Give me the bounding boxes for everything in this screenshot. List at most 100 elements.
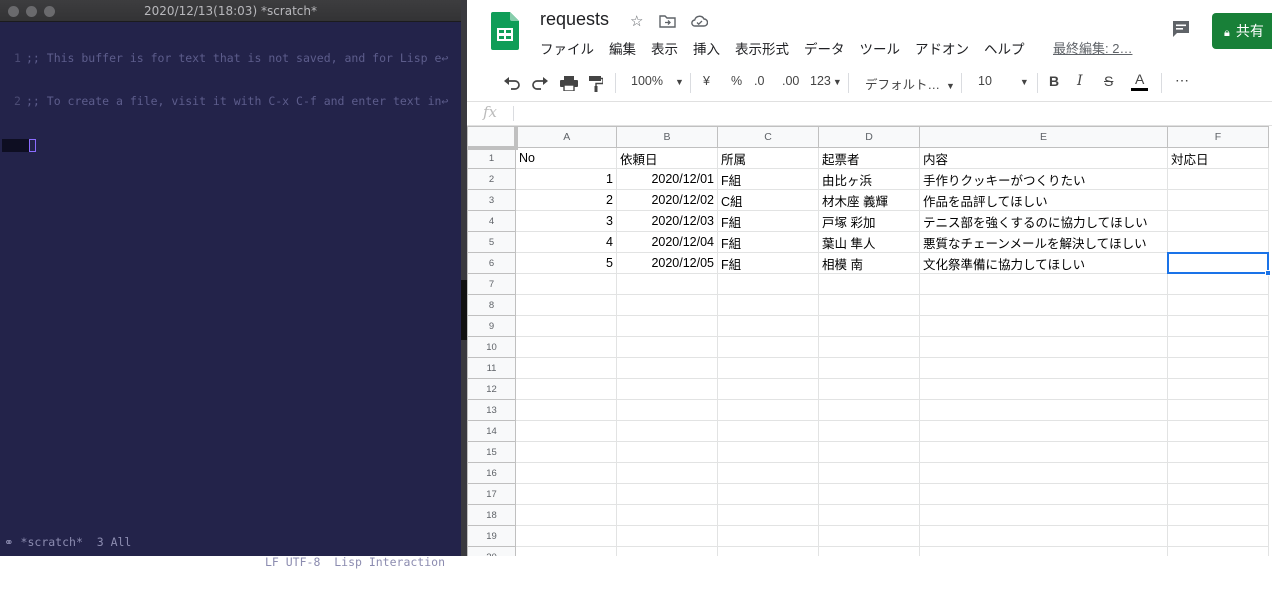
row-header[interactable]: 7 bbox=[467, 273, 516, 295]
cell[interactable] bbox=[515, 294, 617, 316]
menu-data[interactable]: データ bbox=[804, 38, 845, 58]
cell[interactable] bbox=[818, 357, 920, 379]
cell[interactable] bbox=[717, 483, 819, 505]
cell[interactable] bbox=[616, 315, 718, 337]
more-formats-select[interactable]: 123 ▼ bbox=[810, 74, 842, 88]
cell[interactable]: 由比ヶ浜 bbox=[818, 168, 920, 190]
cell[interactable]: 起票者 bbox=[818, 147, 920, 169]
menu-help[interactable]: ヘルプ bbox=[984, 38, 1025, 58]
zoom-select[interactable]: 100% ▼ bbox=[631, 74, 684, 88]
menu-file[interactable]: ファイル bbox=[540, 38, 594, 58]
cell[interactable]: テニス部を強くするのに協力してほしい bbox=[919, 210, 1168, 232]
row-header[interactable]: 18 bbox=[467, 504, 516, 526]
cell[interactable] bbox=[717, 504, 819, 526]
menu-addons[interactable]: アドオン bbox=[915, 38, 969, 58]
row-header[interactable]: 11 bbox=[467, 357, 516, 379]
cell[interactable] bbox=[1167, 294, 1269, 316]
cell[interactable] bbox=[717, 357, 819, 379]
cell[interactable] bbox=[919, 294, 1168, 316]
print-icon[interactable] bbox=[560, 76, 578, 91]
menu-view[interactable]: 表示 bbox=[651, 38, 678, 58]
emacs-buffer[interactable]: 1 ;; This buffer is for text that is not … bbox=[0, 23, 461, 508]
zoom-window-button[interactable] bbox=[44, 6, 55, 17]
cell[interactable] bbox=[818, 336, 920, 358]
cell[interactable]: 所属 bbox=[717, 147, 819, 169]
cell[interactable] bbox=[1167, 210, 1269, 232]
cell[interactable] bbox=[919, 336, 1168, 358]
cell[interactable] bbox=[717, 546, 819, 556]
menu-insert[interactable]: 挿入 bbox=[693, 38, 720, 58]
cell[interactable] bbox=[515, 336, 617, 358]
cell[interactable]: F組 bbox=[717, 168, 819, 190]
cell[interactable] bbox=[1167, 336, 1269, 358]
last-edit-link[interactable]: 最終編集: 2… bbox=[1053, 38, 1132, 57]
comment-icon[interactable] bbox=[1170, 18, 1192, 40]
cell[interactable] bbox=[818, 420, 920, 442]
row-header[interactable]: 20 bbox=[467, 546, 516, 556]
percent-button[interactable]: % bbox=[731, 74, 742, 88]
cell[interactable]: F組 bbox=[717, 231, 819, 253]
cell[interactable]: 手作りクッキーがつくりたい bbox=[919, 168, 1168, 190]
cell[interactable] bbox=[1167, 420, 1269, 442]
minimize-window-button[interactable] bbox=[26, 6, 37, 17]
fill-handle[interactable] bbox=[1264, 269, 1271, 276]
cell[interactable] bbox=[616, 336, 718, 358]
sheets-logo-icon[interactable] bbox=[491, 12, 519, 50]
font-family-select[interactable]: デフォルト… ▼ bbox=[865, 74, 955, 93]
cell[interactable]: 戸塚 彩加 bbox=[818, 210, 920, 232]
currency-button[interactable]: ¥ bbox=[703, 74, 710, 88]
cell[interactable]: 対応日 bbox=[1167, 147, 1269, 169]
cell[interactable] bbox=[919, 483, 1168, 505]
cell[interactable]: F組 bbox=[717, 210, 819, 232]
cell[interactable] bbox=[717, 462, 819, 484]
cell[interactable] bbox=[1167, 378, 1269, 400]
undo-icon[interactable] bbox=[503, 76, 521, 90]
row-header[interactable]: 12 bbox=[467, 378, 516, 400]
cell[interactable]: 内容 bbox=[919, 147, 1168, 169]
cell[interactable]: 材木座 義輝 bbox=[818, 189, 920, 211]
cell[interactable]: 3 bbox=[515, 210, 617, 232]
cell[interactable] bbox=[919, 378, 1168, 400]
menu-tools[interactable]: ツール bbox=[860, 38, 901, 58]
cell[interactable] bbox=[1167, 441, 1269, 463]
column-header[interactable]: B bbox=[616, 126, 718, 148]
bold-button[interactable]: B bbox=[1049, 73, 1059, 89]
increase-decimal-button[interactable]: .00 bbox=[782, 74, 799, 88]
more-options-icon[interactable]: ⋯ bbox=[1175, 72, 1189, 89]
decrease-decimal-button[interactable]: .0 bbox=[754, 74, 764, 88]
row-header[interactable]: 4 bbox=[467, 210, 516, 232]
menu-format[interactable]: 表示形式 bbox=[735, 38, 789, 58]
cell[interactable] bbox=[1167, 315, 1269, 337]
row-header[interactable]: 8 bbox=[467, 294, 516, 316]
cell[interactable] bbox=[616, 483, 718, 505]
cell[interactable] bbox=[515, 441, 617, 463]
cell[interactable]: 1 bbox=[515, 168, 617, 190]
cell[interactable]: 悪質なチェーンメールを解決してほしい bbox=[919, 231, 1168, 253]
cell[interactable] bbox=[717, 441, 819, 463]
cell[interactable] bbox=[818, 546, 920, 556]
row-header[interactable]: 3 bbox=[467, 189, 516, 211]
cell[interactable]: 4 bbox=[515, 231, 617, 253]
cell[interactable] bbox=[919, 441, 1168, 463]
cell[interactable] bbox=[919, 504, 1168, 526]
cell[interactable] bbox=[616, 525, 718, 547]
column-header[interactable]: F bbox=[1167, 126, 1269, 148]
cell[interactable] bbox=[1167, 462, 1269, 484]
cell[interactable]: 2020/12/05 bbox=[616, 252, 718, 274]
cell[interactable] bbox=[818, 315, 920, 337]
cell[interactable] bbox=[818, 525, 920, 547]
cell[interactable] bbox=[515, 504, 617, 526]
cell[interactable] bbox=[717, 273, 819, 295]
cell[interactable] bbox=[1167, 168, 1269, 190]
column-header[interactable]: A bbox=[515, 126, 617, 148]
cell[interactable]: 2020/12/02 bbox=[616, 189, 718, 211]
cell[interactable] bbox=[1167, 525, 1269, 547]
cell[interactable] bbox=[1167, 504, 1269, 526]
cell[interactable] bbox=[616, 462, 718, 484]
cell[interactable] bbox=[515, 525, 617, 547]
row-header[interactable]: 15 bbox=[467, 441, 516, 463]
cell[interactable] bbox=[515, 357, 617, 379]
cell[interactable]: 2020/12/04 bbox=[616, 231, 718, 253]
cell[interactable] bbox=[616, 420, 718, 442]
cell[interactable] bbox=[515, 399, 617, 421]
